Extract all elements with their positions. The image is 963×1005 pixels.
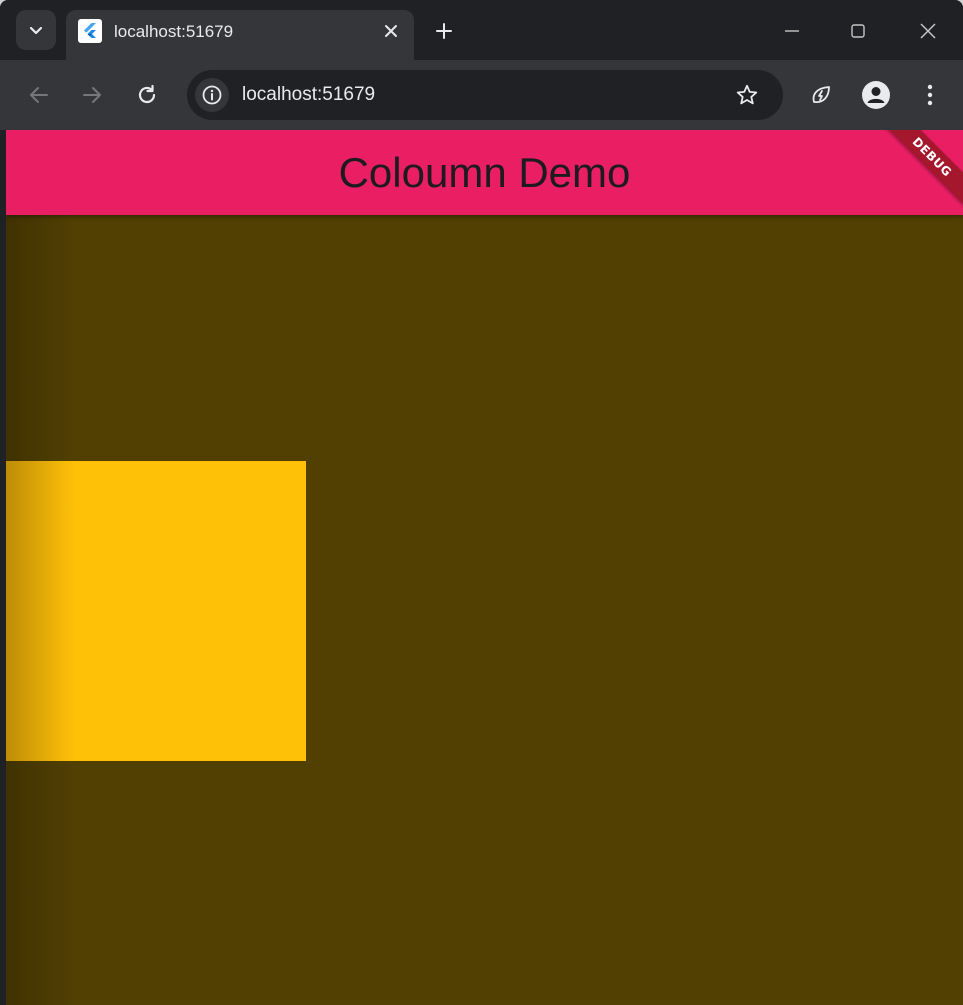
browser-toolbar: localhost:51679 bbox=[0, 60, 963, 130]
tab-strip: localhost:51679 bbox=[0, 0, 963, 60]
amber-container bbox=[6, 461, 306, 761]
app-bar-title: Coloumn Demo bbox=[338, 149, 631, 196]
profile-icon bbox=[862, 81, 890, 109]
back-button[interactable] bbox=[21, 77, 57, 113]
app-bar: Coloumn Demo bbox=[6, 130, 963, 215]
browser-menu-button[interactable] bbox=[912, 77, 948, 113]
close-icon bbox=[385, 25, 397, 37]
plus-icon bbox=[436, 23, 452, 39]
leaf-bolt-icon bbox=[812, 86, 830, 103]
star-icon bbox=[736, 84, 758, 105]
minimize-button[interactable] bbox=[775, 14, 809, 48]
tab-active[interactable]: localhost:51679 bbox=[66, 10, 414, 60]
window-close-button[interactable] bbox=[911, 14, 945, 48]
reload-icon bbox=[138, 84, 156, 104]
site-info-button[interactable] bbox=[195, 78, 229, 112]
more-vert-icon bbox=[927, 84, 933, 106]
address-bar[interactable]: localhost:51679 bbox=[187, 70, 783, 120]
arrow-left-icon bbox=[30, 87, 48, 103]
reload-button[interactable] bbox=[129, 77, 165, 113]
profile-button[interactable] bbox=[858, 77, 894, 113]
url-text[interactable]: localhost:51679 bbox=[242, 84, 375, 106]
tab-search-button[interactable] bbox=[16, 10, 56, 50]
chevron-down-icon bbox=[29, 26, 43, 35]
tab-title: localhost:51679 bbox=[114, 22, 234, 41]
maximize-button[interactable] bbox=[841, 14, 875, 48]
app-body bbox=[6, 215, 963, 1005]
bookmark-button[interactable] bbox=[730, 78, 764, 112]
forward-button[interactable] bbox=[74, 77, 110, 113]
info-icon bbox=[202, 85, 222, 105]
performance-button[interactable] bbox=[803, 77, 839, 113]
close-icon bbox=[920, 23, 936, 39]
browser-window: localhost:51679 localhost:51679 Coloumn … bbox=[0, 0, 963, 1005]
maximize-icon bbox=[851, 24, 865, 38]
new-tab-button[interactable] bbox=[430, 17, 458, 45]
page-viewport: Coloumn Demo DEBUG bbox=[6, 130, 963, 1005]
tab-close-button[interactable] bbox=[378, 18, 404, 44]
flutter-icon bbox=[78, 19, 102, 43]
minimize-icon bbox=[785, 30, 799, 32]
arrow-right-icon bbox=[83, 87, 101, 103]
